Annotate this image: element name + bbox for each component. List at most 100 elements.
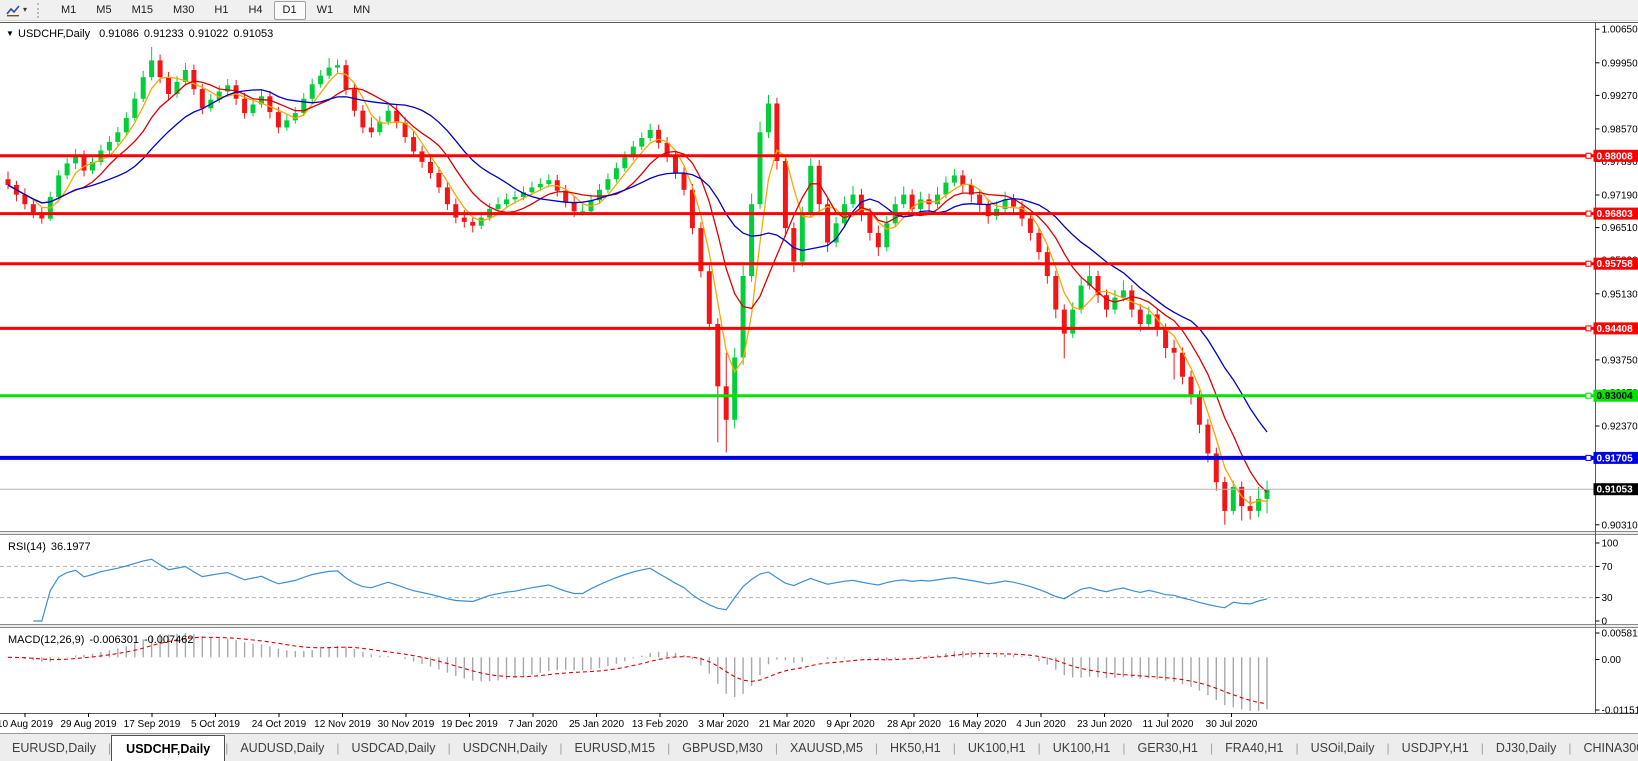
candle-body bbox=[808, 166, 813, 214]
chart-tab-AUDUSD-Daily[interactable]: AUDUSD,Daily bbox=[228, 734, 336, 761]
price-level-label-text: 0.95758 bbox=[1597, 259, 1634, 270]
rsi-axis-label: 0 bbox=[1602, 617, 1608, 628]
rsi-axis-label: 100 bbox=[1602, 539, 1619, 550]
chart-line-icon bbox=[6, 4, 21, 17]
chart-tab-DJ30-Daily[interactable]: DJ30,Daily bbox=[1484, 734, 1568, 761]
date-axis-label: 21 Mar 2020 bbox=[759, 719, 816, 730]
chart-tab-USDJPY-H1[interactable]: USDJPY,H1 bbox=[1390, 734, 1481, 761]
candle-body bbox=[614, 168, 619, 179]
chart-menu-caret-icon[interactable]: ▼ bbox=[6, 29, 14, 38]
timeframe-button-M1[interactable]: M1 bbox=[52, 1, 85, 20]
line-endpoint-handle[interactable] bbox=[1586, 153, 1591, 158]
candle-body bbox=[960, 175, 965, 185]
candle-body bbox=[327, 68, 332, 76]
chart-tab-XAUUSD-M5[interactable]: XAUUSD,M5 bbox=[778, 734, 875, 761]
chart-tab-USDCAD-Daily[interactable]: USDCAD,Daily bbox=[340, 734, 448, 761]
candle-body bbox=[707, 271, 712, 324]
line-endpoint-handle[interactable] bbox=[1586, 455, 1591, 460]
price-level-label-text: 0.94408 bbox=[1597, 324, 1634, 335]
chart-tab-UK100-H1[interactable]: UK100,H1 bbox=[1041, 734, 1123, 761]
candle-body bbox=[529, 187, 534, 192]
line-endpoint-handle[interactable] bbox=[1586, 393, 1591, 398]
candle-body bbox=[690, 190, 695, 228]
timeframe-button-M5[interactable]: M5 bbox=[87, 1, 120, 20]
date-axis-label: 29 Aug 2019 bbox=[60, 719, 117, 730]
date-axis-label: 17 Sep 2019 bbox=[124, 719, 181, 730]
candle-body bbox=[977, 195, 982, 205]
chart-tab-CHINA300-H4[interactable]: CHINA300,H4 bbox=[1571, 734, 1638, 761]
candle-body bbox=[1112, 298, 1117, 310]
chart-tab-FRA40-H1[interactable]: FRA40,H1 bbox=[1213, 734, 1295, 761]
chart-canvas[interactable]: 1.006500.999500.992700.985700.978900.971… bbox=[0, 21, 1638, 733]
chart-tab-HK50-H1[interactable]: HK50,H1 bbox=[878, 734, 953, 761]
candle-body bbox=[462, 218, 467, 222]
price-level-label-text: 0.96803 bbox=[1597, 209, 1634, 220]
candle-body bbox=[31, 204, 36, 212]
date-axis-label: 11 Jul 2020 bbox=[1143, 719, 1194, 730]
line-studies-button[interactable]: ▾ bbox=[0, 1, 33, 19]
timeframe-button-W1[interactable]: W1 bbox=[308, 1, 343, 20]
candle-body bbox=[639, 138, 644, 147]
timeframe-button-H4[interactable]: H4 bbox=[239, 1, 271, 20]
macd-histogram bbox=[8, 633, 1267, 711]
candle-body bbox=[1172, 348, 1177, 353]
dropdown-caret-icon: ▾ bbox=[23, 6, 27, 14]
candle-body bbox=[310, 84, 315, 98]
candle-body bbox=[791, 228, 796, 262]
candle-body bbox=[682, 173, 687, 190]
timeframe-button-M15[interactable]: M15 bbox=[123, 1, 162, 20]
macd-axis-label: 0.005818 bbox=[1602, 629, 1638, 640]
price-axis-label: 0.95130 bbox=[1602, 289, 1638, 300]
candle-body bbox=[622, 157, 627, 168]
candle-body bbox=[1079, 286, 1084, 310]
candle-body bbox=[141, 77, 146, 99]
chart-tab-USDCHF-Daily[interactable]: USDCHF,Daily bbox=[111, 735, 225, 761]
candle-body bbox=[1189, 377, 1194, 396]
timeframe-button-MN[interactable]: MN bbox=[344, 1, 379, 20]
candle-body bbox=[546, 180, 551, 184]
candle-body bbox=[360, 111, 365, 128]
line-endpoint-handle[interactable] bbox=[1586, 261, 1591, 266]
candle-body bbox=[436, 173, 441, 187]
price-level-label-text: 0.93004 bbox=[1597, 391, 1634, 402]
candle-body bbox=[1146, 314, 1151, 324]
chart-tab-USDCNH-Daily[interactable]: USDCNH,Daily bbox=[451, 734, 560, 761]
line-endpoint-handle[interactable] bbox=[1586, 326, 1591, 331]
macd-axis-label: -0.011514 bbox=[1602, 706, 1638, 717]
timeframe-button-H1[interactable]: H1 bbox=[205, 1, 237, 20]
candle-body bbox=[876, 233, 881, 247]
candle-body bbox=[56, 175, 61, 197]
candle-body bbox=[251, 105, 256, 114]
candle-body bbox=[191, 70, 196, 89]
macd-signal-line bbox=[8, 637, 1267, 704]
candle-body bbox=[445, 187, 450, 204]
date-axis-label: 13 Feb 2020 bbox=[632, 719, 689, 730]
candle-body bbox=[335, 65, 340, 67]
date-axis-label: 4 Jun 2020 bbox=[1016, 719, 1066, 730]
date-axis-label: 5 Oct 2019 bbox=[191, 719, 240, 730]
candle-body bbox=[766, 104, 771, 133]
candle-body bbox=[369, 128, 374, 133]
candle-body bbox=[386, 111, 391, 122]
timeframe-button-D1[interactable]: D1 bbox=[274, 1, 306, 20]
line-endpoint-handle[interactable] bbox=[1586, 211, 1591, 216]
candle-body bbox=[344, 65, 349, 89]
candle-body bbox=[284, 120, 289, 127]
candle-body bbox=[783, 161, 788, 228]
timeframe-toolbar: ▾ M1M5M15M30H1H4D1W1MN bbox=[0, 0, 1638, 21]
candle-body bbox=[605, 179, 610, 190]
chart-tab-UK100-H1[interactable]: UK100,H1 bbox=[956, 734, 1038, 761]
candle-body bbox=[496, 204, 501, 209]
candle-body bbox=[741, 276, 746, 358]
timeframe-button-M30[interactable]: M30 bbox=[164, 1, 203, 20]
chart-tab-GBPUSD-M30[interactable]: GBPUSD,M30 bbox=[670, 734, 775, 761]
candle-body bbox=[1053, 276, 1058, 310]
candle-body bbox=[1163, 329, 1168, 348]
toolbar-grip[interactable] bbox=[37, 3, 44, 18]
chart-tab-USOil-Daily[interactable]: USOil,Daily bbox=[1299, 734, 1387, 761]
chart-tab-EURUSD-M15[interactable]: EURUSD,M15 bbox=[563, 734, 668, 761]
chart-tab-GER30-H1[interactable]: GER30,H1 bbox=[1126, 734, 1210, 761]
macd-label: MACD(12,26,9)-0.006301-0.007462 bbox=[8, 634, 194, 646]
candle-body bbox=[758, 132, 763, 204]
chart-tab-EURUSD-Daily[interactable]: EURUSD,Daily bbox=[0, 734, 108, 761]
